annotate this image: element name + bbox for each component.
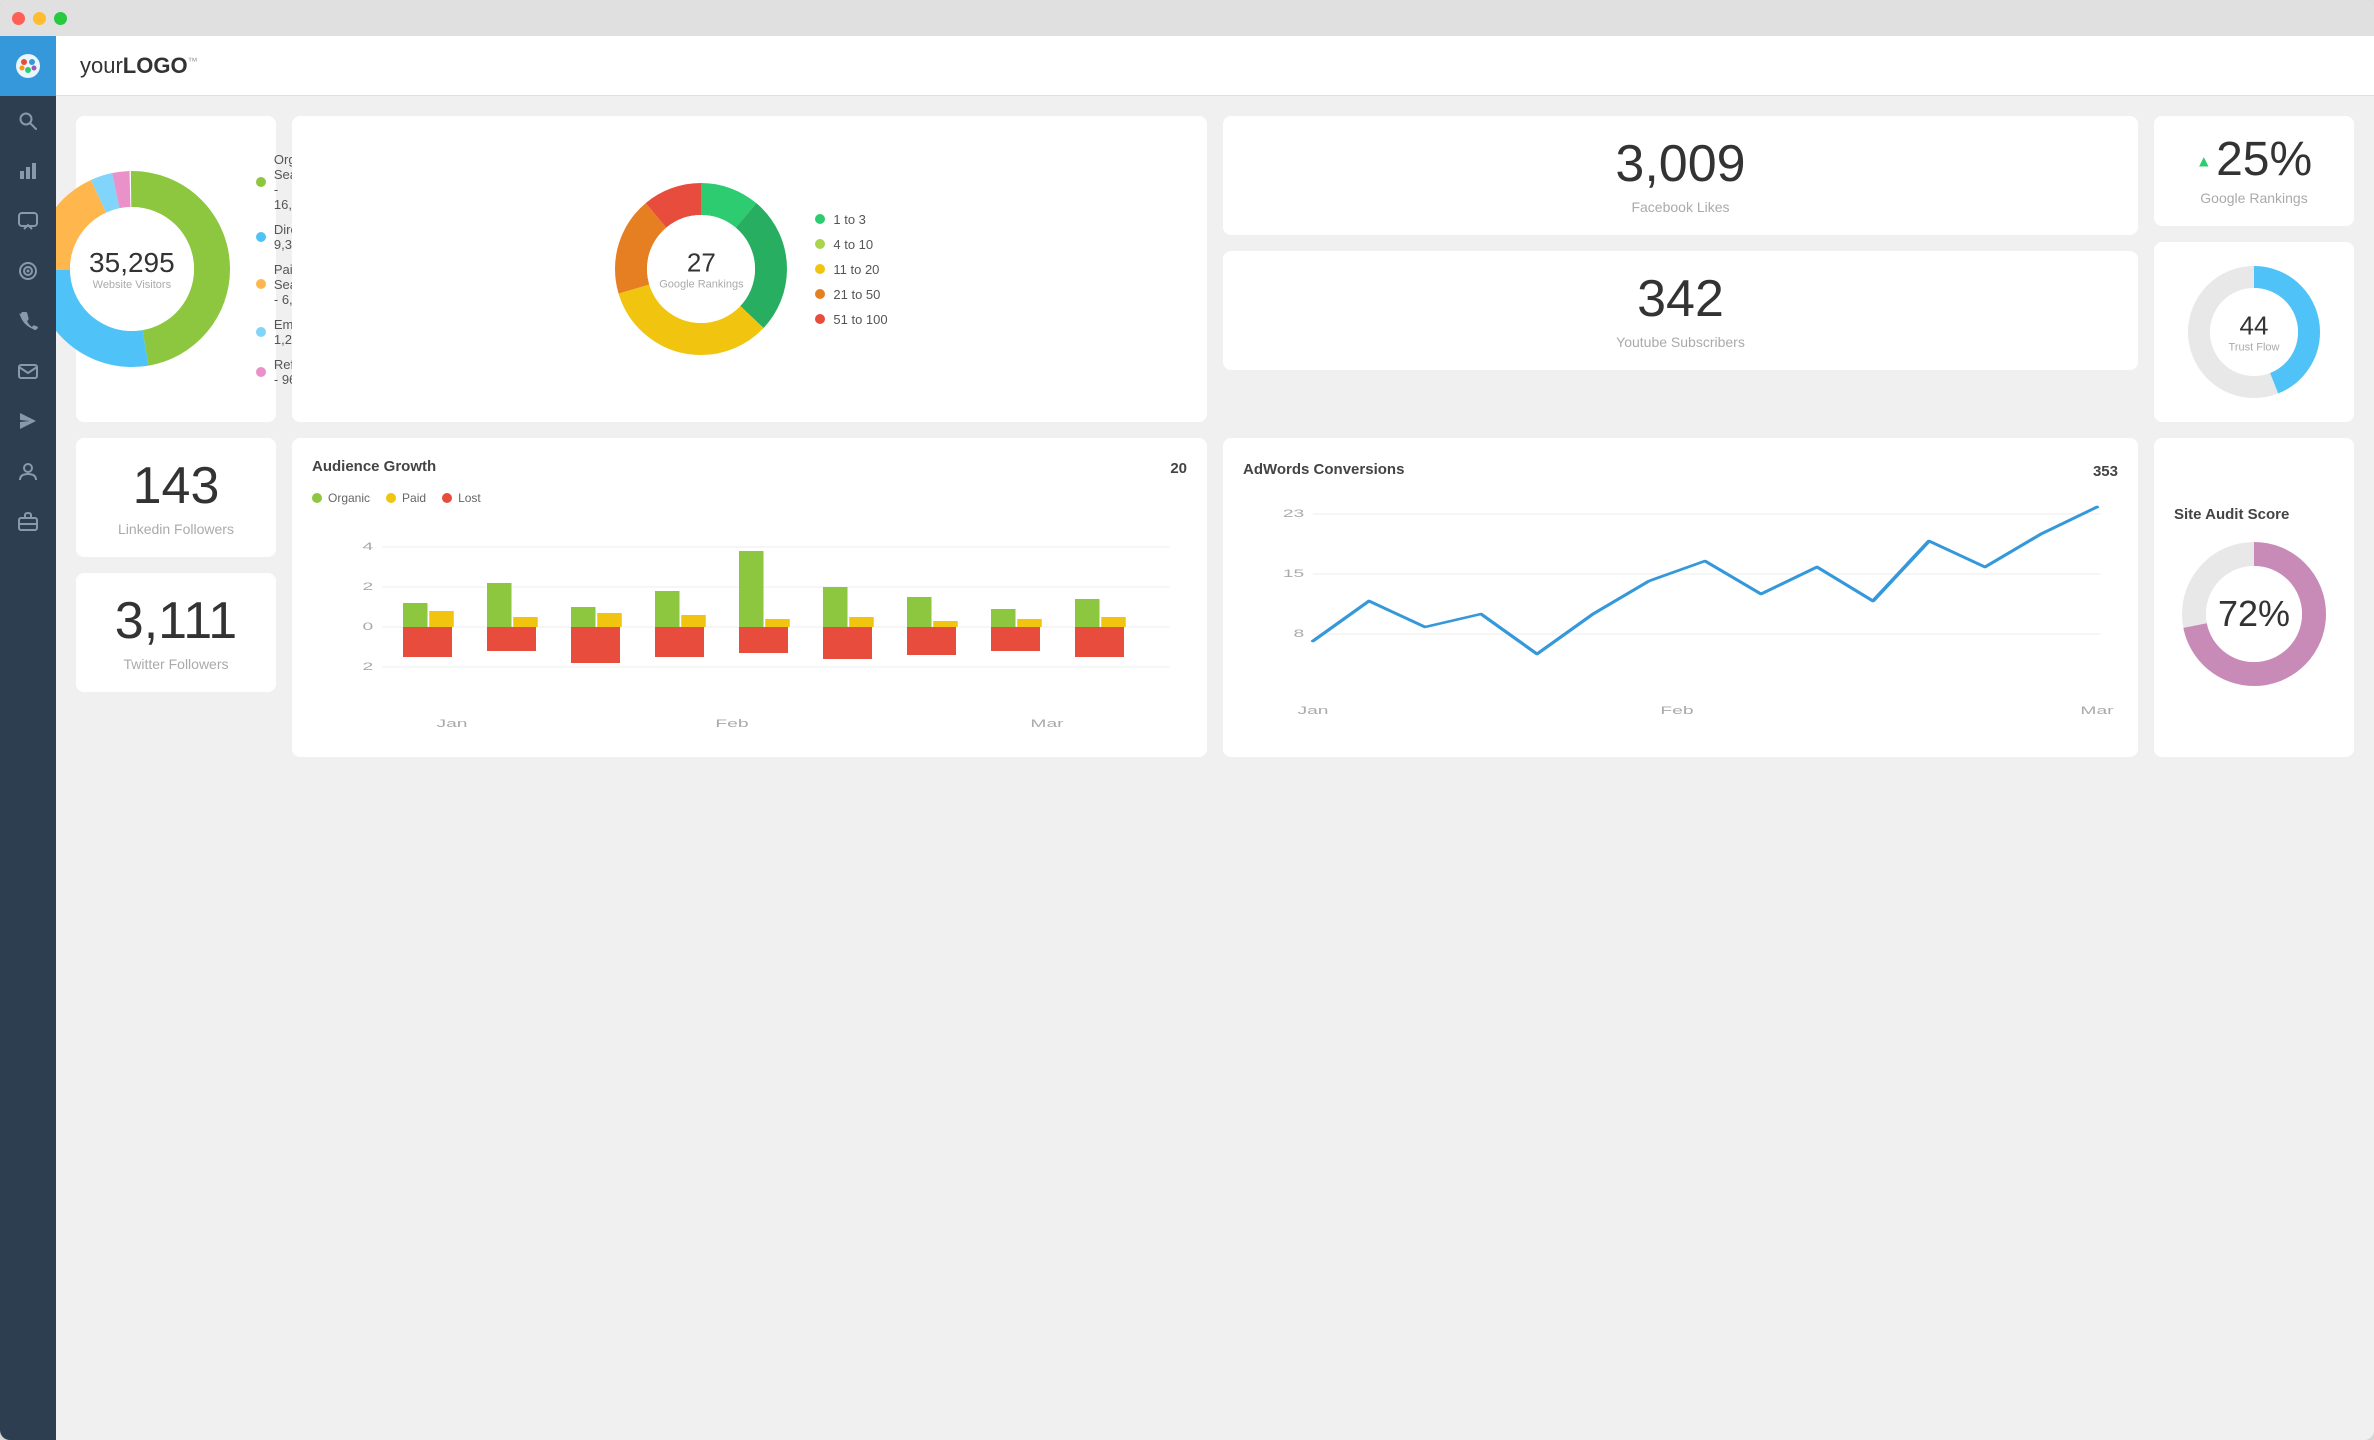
trust-flow-label: Trust Flow: [2229, 342, 2280, 354]
rankings-legend-4-10: 4 to 10: [815, 237, 887, 252]
sidebar-item-search[interactable]: [0, 96, 56, 146]
google-rank-card: ▲ 25% Google Rankings: [2154, 116, 2354, 226]
svg-text:15: 15: [1283, 568, 1305, 580]
svg-text:Feb: Feb: [1660, 705, 1693, 717]
left-col-top: 3,009 Facebook Likes 342 Youtube Subscri…: [1223, 116, 2138, 422]
sidebar-item-briefcase[interactable]: [0, 496, 56, 546]
audience-legend-paid: Paid: [386, 491, 426, 505]
referral-dot: [256, 367, 266, 377]
sidebar-item-phone[interactable]: [0, 296, 56, 346]
sidebar: [0, 36, 56, 1440]
minimize-button[interactable]: [33, 12, 46, 25]
svg-text:0: 0: [363, 621, 374, 633]
sidebar-item-chat[interactable]: [0, 196, 56, 246]
rankings-legend: 1 to 3 4 to 10 11 to 20: [815, 212, 887, 327]
rankings-label: Google Rankings: [659, 279, 743, 291]
audit-percent: 72%: [2218, 593, 2290, 635]
svg-text:23: 23: [1283, 508, 1305, 520]
twitter-label: Twitter Followers: [123, 656, 228, 672]
google-rank-number: 25%: [2216, 133, 2312, 186]
adwords-card: AdWords Conversions 353 23 15: [1223, 438, 2138, 757]
sidebar-item-send[interactable]: [0, 396, 56, 446]
facebook-likes-label: Facebook Likes: [1631, 199, 1729, 215]
facebook-likes-card: 3,009 Facebook Likes: [1223, 116, 2138, 235]
rankings-legend-11-20: 11 to 20: [815, 262, 887, 277]
audience-count: 20: [1170, 460, 1187, 477]
rankings-number: 27: [659, 248, 743, 279]
youtube-subs-number: 342: [1637, 271, 1724, 328]
sidebar-item-email[interactable]: [0, 346, 56, 396]
visitors-number: 35,295: [89, 247, 175, 279]
organic-dot: [256, 177, 266, 187]
rankings-card: 27 Google Rankings 1 to 3: [292, 116, 1207, 422]
linkedin-number: 143: [133, 458, 220, 515]
close-button[interactable]: [12, 12, 25, 25]
rankings-legend-1-3: 1 to 3: [815, 212, 887, 227]
audience-title: Audience Growth: [312, 458, 436, 475]
audience-legend-lost: Lost: [442, 491, 481, 505]
sidebar-item-person[interactable]: [0, 446, 56, 496]
svg-text:Feb: Feb: [715, 718, 748, 730]
rankings-legend-51-100: 51 to 100: [815, 312, 887, 327]
logo: yourLOGO™: [80, 53, 198, 79]
palette-icon: [14, 52, 42, 80]
rankings-legend-21-50: 21 to 50: [815, 287, 887, 302]
svg-text:Mar: Mar: [1030, 718, 1063, 730]
svg-text:2: 2: [363, 581, 374, 593]
google-rank-arrow: ▲: [2196, 153, 2216, 170]
linkedin-card: 143 Linkedin Followers: [76, 438, 276, 557]
svg-text:4: 4: [363, 541, 374, 553]
logo-tm: ™: [188, 56, 198, 67]
svg-text:Jan: Jan: [436, 718, 467, 730]
direct-dot: [256, 232, 266, 242]
audience-legend-organic: Organic: [312, 491, 370, 505]
svg-text:Mar: Mar: [2080, 705, 2113, 717]
adwords-title: AdWords Conversions: [1243, 461, 1404, 478]
email-dot: [256, 327, 266, 337]
paid-dot: [256, 279, 266, 289]
maximize-button[interactable]: [54, 12, 67, 25]
app-window: yourLOGO™ 3,009 Facebook Likes: [0, 0, 2374, 1440]
audience-bar-chart: 4 2 0 2: [312, 517, 1187, 737]
right-col-top: ▲ 25% Google Rankings: [2154, 116, 2354, 422]
adwords-line-chart: 23 15 8 Jan Feb Mar: [1243, 494, 2118, 734]
svg-text:2: 2: [363, 661, 374, 673]
sidebar-item-analytics[interactable]: [0, 146, 56, 196]
logo-light: your: [80, 53, 123, 78]
header: yourLOGO™: [56, 36, 2374, 96]
audience-growth-card: Audience Growth 20 Organic Paid: [292, 438, 1207, 757]
twitter-number: 3,111: [115, 593, 237, 650]
logo-bold: LOGO: [123, 53, 188, 78]
adwords-count: 353: [2093, 463, 2118, 480]
audience-chart-header: Audience Growth 20: [312, 458, 1187, 479]
left-col-bottom: 143 Linkedin Followers 3,111 Twitter Fol…: [76, 438, 276, 757]
youtube-subs-label: Youtube Subscribers: [1616, 334, 1745, 350]
linkedin-label: Linkedin Followers: [118, 521, 234, 537]
twitter-card: 3,111 Twitter Followers: [76, 573, 276, 692]
trust-flow-card: 44 Trust Flow: [2154, 242, 2354, 422]
facebook-likes-number: 3,009: [1615, 136, 1745, 193]
main-area: yourLOGO™ 3,009 Facebook Likes: [56, 36, 2374, 1440]
google-rank-label: Google Rankings: [2200, 190, 2307, 206]
visitors-card: 35,295 Website Visitors Organic Search -…: [76, 116, 276, 422]
titlebar: [0, 0, 2374, 36]
svg-text:Jan: Jan: [1297, 705, 1328, 717]
youtube-subs-card: 342 Youtube Subscribers: [1223, 251, 2138, 370]
trust-flow-number: 44: [2229, 311, 2280, 342]
svg-text:8: 8: [1294, 628, 1305, 640]
audit-score-card: Site Audit Score 72%: [2154, 438, 2354, 757]
sidebar-logo: [0, 36, 56, 96]
visitors-label: Website Visitors: [89, 279, 175, 291]
content: 3,009 Facebook Likes 342 Youtube Subscri…: [56, 96, 2374, 1440]
audit-title: Site Audit Score: [2174, 506, 2289, 523]
adwords-chart-header: AdWords Conversions 353: [1243, 461, 2118, 482]
sidebar-item-target[interactable]: [0, 246, 56, 296]
